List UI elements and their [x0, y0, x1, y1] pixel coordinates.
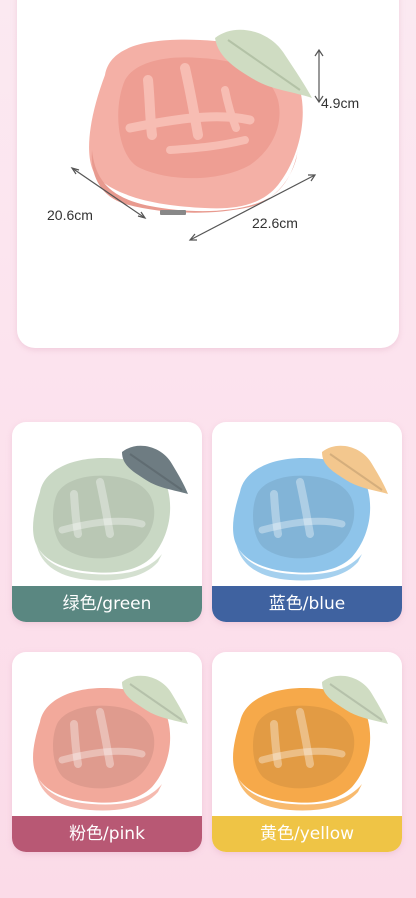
hero-product-card [17, 0, 399, 348]
variant-label-pink: 粉色/pink [12, 816, 202, 852]
bowl-image-yellow [233, 675, 388, 811]
variant-card-blue[interactable]: 蓝色/blue [212, 422, 402, 622]
variant-card-green[interactable]: 绿色/green [12, 422, 202, 622]
hero-bowl [89, 29, 312, 215]
variant-card-pink[interactable]: 粉色/pink [12, 652, 202, 852]
length-label: 22.6cm [252, 215, 298, 231]
bowl-image-green [33, 445, 188, 581]
bowl-image-blue [233, 445, 388, 581]
height-label: 4.9cm [321, 95, 360, 111]
variant-label-yellow: 黄色/yellow [212, 816, 402, 852]
width-label: 20.6cm [47, 207, 93, 223]
variant-label-blue: 蓝色/blue [212, 586, 402, 622]
hero-bowl-image [70, 29, 324, 241]
variant-card-yellow[interactable]: 黄色/yellow [212, 652, 402, 852]
variant-label-green: 绿色/green [12, 586, 202, 622]
bowl-image-pink [33, 675, 188, 811]
